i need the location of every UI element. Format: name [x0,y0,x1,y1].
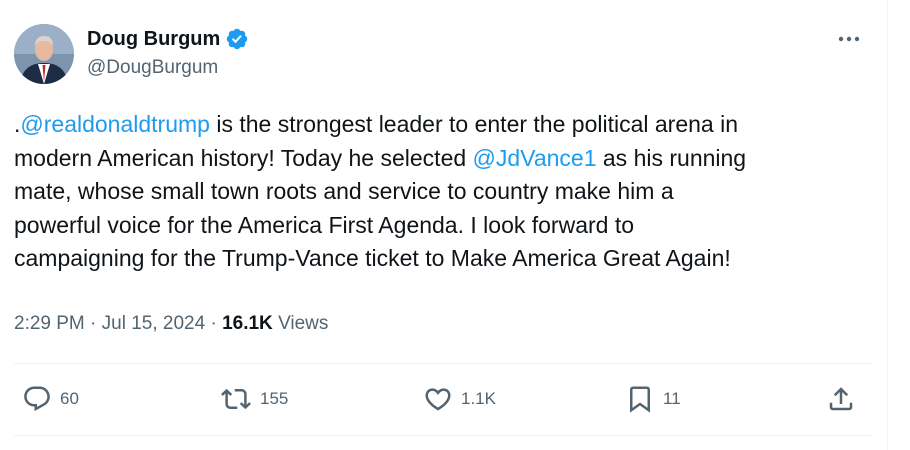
views-label: Views [278,313,329,334]
tweet-text-line: mate, whose small town roots and service… [14,175,864,209]
mention-link[interactable]: @realdonaldtrump [20,111,210,137]
tweet-text-segment: powerful voice for the America First Age… [14,211,635,238]
author-display-name[interactable]: Doug Burgum [87,28,220,51]
tweet-text-line: .@realdonaldtrump is the strongest leade… [14,108,864,142]
author-handle[interactable]: @DougBurgum [87,57,218,79]
avatar[interactable] [14,24,74,84]
tweet-text-line: modern American history! Today he select… [14,142,864,176]
divider [14,435,872,436]
mention-link[interactable]: @JdVance1 [473,145,597,171]
tweet-text-segment: as his running [596,144,747,171]
retweet-icon [220,384,252,414]
tweet-text-line: powerful voice for the America First Age… [14,209,864,243]
like-button[interactable]: 1.1K [423,382,496,416]
meta-separator: · [90,313,102,334]
tweet-text-segment: modern American history! Today he select… [14,144,473,171]
column-border [887,0,888,450]
tweet-time[interactable]: 2:29 PM [14,313,85,334]
meta-separator: · [210,313,223,334]
retweet-count: 155 [260,389,289,408]
tweet-text-segment: campaigning for the Trump-Vance ticket t… [14,245,731,271]
author-name-row: Doug Burgum [87,27,249,51]
verified-badge-icon [225,27,249,51]
bookmark-button[interactable]: 11 [625,382,681,416]
retweet-button[interactable]: 155 [220,382,288,416]
views-count: 16.1K [222,313,273,334]
heart-icon [423,384,453,414]
reply-button[interactable]: 60 [22,382,79,416]
reply-icon [22,384,52,414]
tweet-text-segment: mate, whose small town roots and service… [14,178,674,204]
divider [14,363,872,364]
like-count: 1.1K [461,389,496,408]
bookmark-count: 11 [663,389,681,408]
tweet-meta: 2:29 PM · Jul 15, 2024 · 16.1K Views [14,313,328,335]
tweet-date[interactable]: Jul 15, 2024 [102,313,206,334]
share-button[interactable] [826,382,856,416]
tweet-text-segment: is the strongest leader to enter the pol… [209,111,738,137]
share-icon [826,384,856,414]
more-options-icon[interactable] [836,26,862,52]
tweet-text: .@realdonaldtrump is the strongest leade… [14,108,864,276]
tweet-text-line: campaigning for the Trump-Vance ticket t… [14,242,864,276]
tweet-card: Doug Burgum @DougBurgum .@realdonaldtrum… [0,0,887,450]
reply-count: 60 [60,389,79,408]
bookmark-icon [625,384,655,414]
